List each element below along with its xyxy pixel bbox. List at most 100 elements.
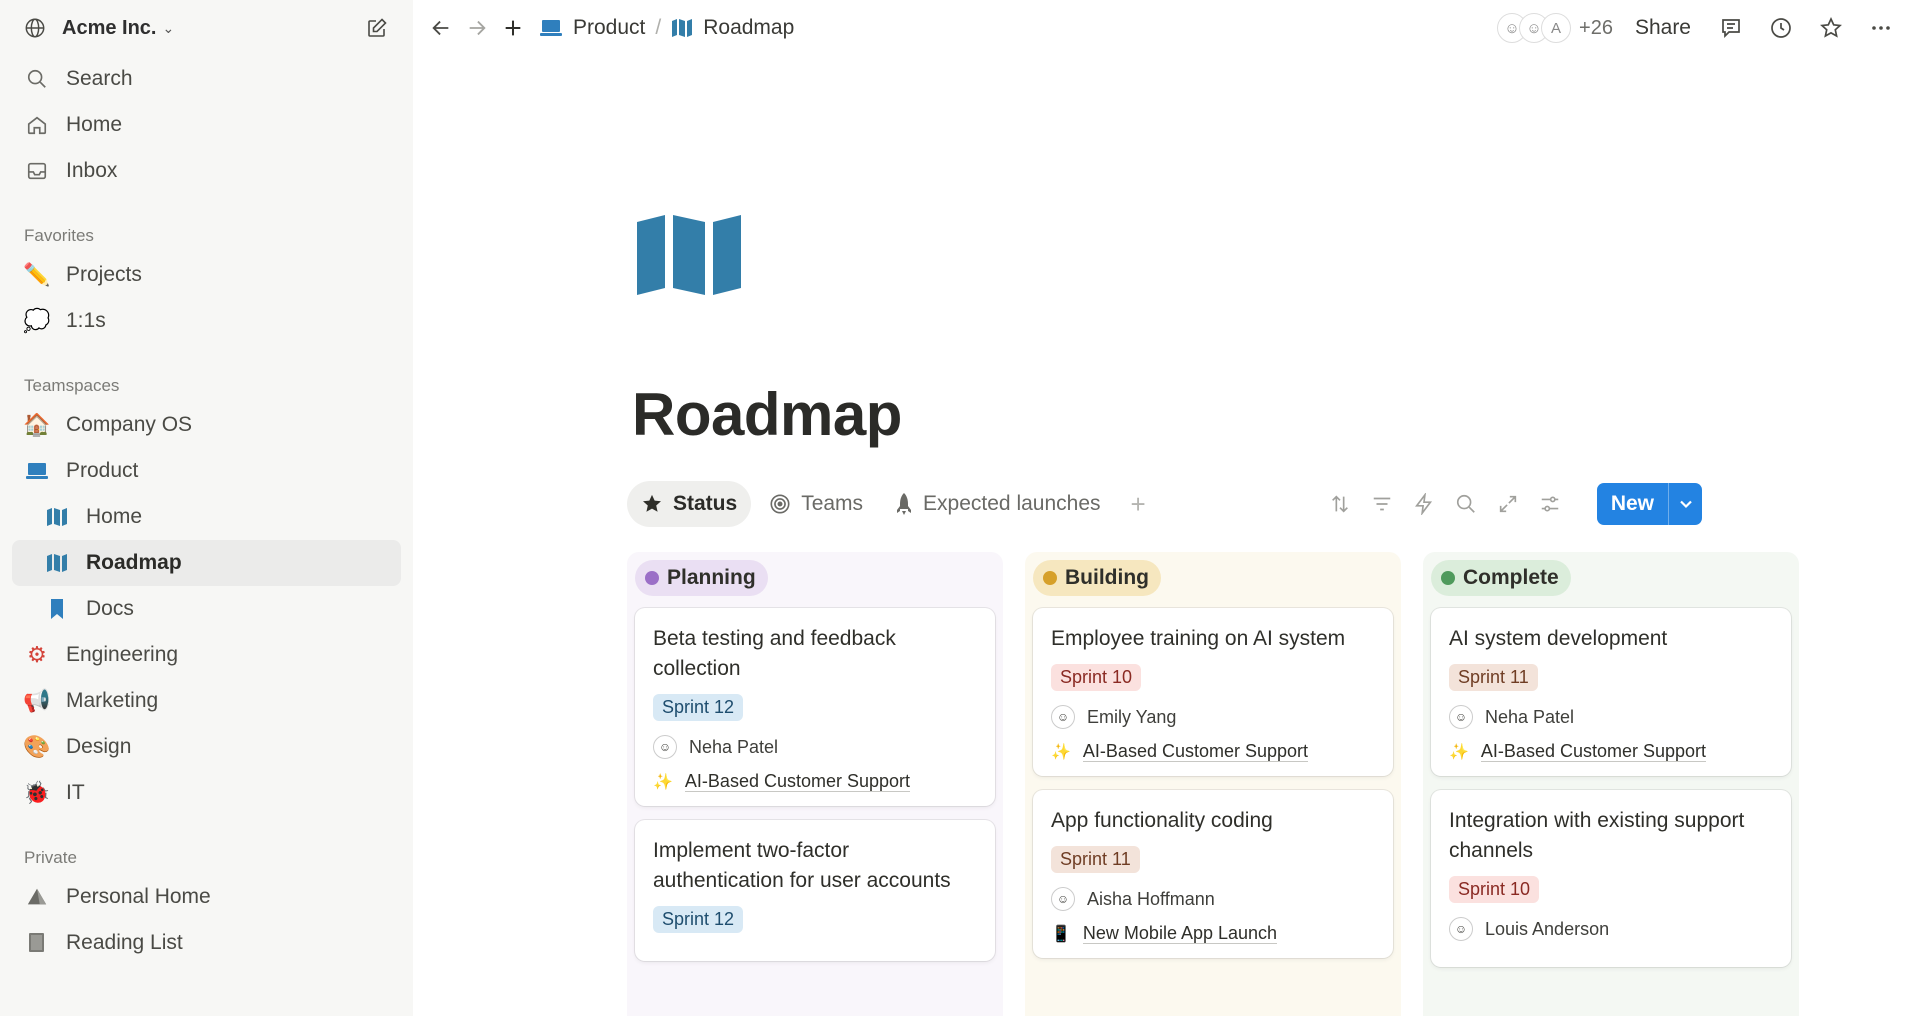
sidebar-item-it[interactable]: 🐞 IT bbox=[12, 770, 401, 816]
project-name: New Mobile App Launch bbox=[1082, 923, 1278, 944]
avatar: ☺ bbox=[1449, 917, 1473, 941]
board-card[interactable]: Employee training on AI system Sprint 10… bbox=[1033, 608, 1393, 776]
card-project[interactable]: 📱 New Mobile App Launch bbox=[1051, 923, 1375, 944]
sidebar-item-projects[interactable]: ✏️ Projects bbox=[12, 252, 401, 298]
search-icon bbox=[24, 66, 50, 92]
home-icon bbox=[24, 112, 50, 138]
top-bar: Product / Roadmap ☺ ☺ A +26 Share bbox=[413, 0, 1911, 56]
chevron-down-icon[interactable] bbox=[1668, 483, 1702, 525]
board-column-complete: Complete AI system development Sprint 11… bbox=[1423, 552, 1799, 1016]
add-view-icon[interactable]: + bbox=[1131, 489, 1146, 520]
sidebar-item-personal-home[interactable]: Personal Home bbox=[12, 874, 401, 920]
new-button[interactable]: New bbox=[1596, 483, 1702, 525]
sidebar-item-home[interactable]: Home bbox=[12, 102, 401, 148]
avatar-count: +26 bbox=[1579, 16, 1613, 39]
sidebar-item-inbox[interactable]: Inbox bbox=[12, 148, 401, 194]
sidebar-item-reading-list[interactable]: Reading List bbox=[12, 920, 401, 966]
new-button-label[interactable]: New bbox=[1597, 483, 1668, 525]
teamspaces-section-title: Teamspaces bbox=[24, 376, 120, 395]
column-title: Planning bbox=[667, 566, 756, 589]
map-icon bbox=[44, 504, 70, 530]
column-header[interactable]: Planning bbox=[635, 560, 768, 596]
gear-icon: ⚙ bbox=[27, 642, 47, 667]
breadcrumb-roadmap[interactable]: Roadmap bbox=[703, 16, 794, 40]
card-assignee: ☺ Aisha Hoffmann bbox=[1051, 887, 1375, 911]
tab-expected-launches[interactable]: Expected launches bbox=[881, 481, 1114, 527]
avatar: ☺ bbox=[1051, 887, 1075, 911]
sidebar-item-label: IT bbox=[66, 781, 85, 804]
sidebar-item-company-os[interactable]: 🏠 Company OS bbox=[12, 402, 401, 448]
pyramid-icon bbox=[24, 884, 50, 910]
board-card[interactable]: AI system development Sprint 11 ☺ Neha P… bbox=[1431, 608, 1791, 776]
board-card[interactable]: Beta testing and feedback collection Spr… bbox=[635, 608, 995, 806]
star-icon[interactable] bbox=[1813, 10, 1849, 46]
sprint-badge: Sprint 12 bbox=[653, 906, 744, 933]
status-dot bbox=[1043, 571, 1057, 585]
card-title: Beta testing and feedback collection bbox=[653, 627, 896, 680]
book-icon bbox=[24, 930, 50, 956]
favorites-section-title: Favorites bbox=[24, 226, 94, 245]
more-icon[interactable] bbox=[1863, 10, 1899, 46]
sparkle-icon: ✨ bbox=[653, 773, 673, 791]
compose-icon[interactable] bbox=[365, 16, 389, 40]
sidebar-item-one-on-ones[interactable]: 💭 1:1s bbox=[12, 298, 401, 344]
plus-icon[interactable] bbox=[495, 10, 531, 46]
lightning-icon[interactable] bbox=[1411, 491, 1437, 517]
sidebar-item-engineering[interactable]: ⚙ Engineering bbox=[12, 632, 401, 678]
sidebar-item-label: Reading List bbox=[66, 931, 183, 954]
view-tabs: Status Teams Expected launches + New bbox=[627, 480, 1702, 528]
map-icon[interactable] bbox=[635, 214, 745, 296]
workspace-switcher[interactable]: Acme Inc. ⌄ bbox=[12, 12, 401, 44]
sidebar: Acme Inc. ⌄ Search Home Inbox Favorites … bbox=[0, 0, 413, 1016]
sidebar-item-label: 1:1s bbox=[66, 309, 106, 332]
column-header[interactable]: Building bbox=[1033, 560, 1161, 596]
card-project[interactable]: ✨ AI-Based Customer Support bbox=[653, 771, 977, 792]
board-column-building: Building Employee training on AI system … bbox=[1025, 552, 1401, 1016]
sidebar-item-marketing[interactable]: 📢 Marketing bbox=[12, 678, 401, 724]
sidebar-item-label: Search bbox=[66, 67, 133, 90]
private-section-title: Private bbox=[24, 848, 77, 867]
status-dot bbox=[645, 571, 659, 585]
star-filled-icon bbox=[641, 493, 663, 515]
palette-icon: 🎨 bbox=[23, 734, 51, 759]
board-card[interactable]: Integration with existing support channe… bbox=[1431, 790, 1791, 967]
sidebar-item-search[interactable]: Search bbox=[12, 56, 401, 102]
sidebar-item-product[interactable]: Product bbox=[12, 448, 401, 494]
avatar: ☺ bbox=[1449, 705, 1473, 729]
expand-icon[interactable] bbox=[1495, 491, 1521, 517]
laptop-icon bbox=[24, 458, 50, 484]
sidebar-item-docs[interactable]: Docs bbox=[12, 586, 401, 632]
workspace-name: Acme Inc. bbox=[62, 16, 157, 39]
collaborator-avatars[interactable]: ☺ ☺ A +26 bbox=[1497, 13, 1613, 43]
sidebar-item-design[interactable]: 🎨 Design bbox=[12, 724, 401, 770]
settings-sliders-icon[interactable] bbox=[1537, 491, 1563, 517]
sidebar-item-label: Product bbox=[66, 459, 139, 482]
assignee-name: Aisha Hoffmann bbox=[1087, 888, 1215, 909]
sidebar-item-label: Projects bbox=[66, 263, 142, 286]
card-project[interactable]: ✨ AI-Based Customer Support bbox=[1449, 741, 1773, 762]
board-card[interactable]: App functionality coding Sprint 11 ☺ Ais… bbox=[1033, 790, 1393, 958]
filter-icon[interactable] bbox=[1369, 491, 1395, 517]
board-card[interactable]: Implement two-factor authentication for … bbox=[635, 820, 995, 961]
sort-icon[interactable] bbox=[1327, 491, 1353, 517]
sidebar-item-roadmap[interactable]: Roadmap bbox=[12, 540, 401, 586]
back-arrow-icon[interactable] bbox=[423, 10, 459, 46]
breadcrumb-product[interactable]: Product bbox=[573, 16, 645, 40]
history-icon[interactable] bbox=[1763, 10, 1799, 46]
sidebar-item-label: Inbox bbox=[66, 159, 118, 182]
card-title: Implement two-factor authentication for … bbox=[653, 839, 951, 892]
tab-teams[interactable]: Teams bbox=[755, 481, 877, 527]
assignee-name: Emily Yang bbox=[1087, 706, 1177, 727]
sprint-badge: Sprint 11 bbox=[1051, 846, 1140, 873]
page-title: Roadmap bbox=[632, 381, 902, 448]
comments-icon[interactable] bbox=[1713, 10, 1749, 46]
share-button[interactable]: Share bbox=[1635, 16, 1691, 40]
tab-label: Teams bbox=[801, 492, 864, 515]
sidebar-item-label: Home bbox=[86, 505, 143, 528]
forward-arrow-icon[interactable] bbox=[459, 10, 495, 46]
sidebar-item-product-home[interactable]: Home bbox=[12, 494, 401, 540]
card-project[interactable]: ✨ AI-Based Customer Support bbox=[1051, 741, 1375, 762]
tab-status[interactable]: Status bbox=[627, 481, 752, 527]
search-icon[interactable] bbox=[1453, 491, 1479, 517]
column-header[interactable]: Complete bbox=[1431, 560, 1571, 596]
